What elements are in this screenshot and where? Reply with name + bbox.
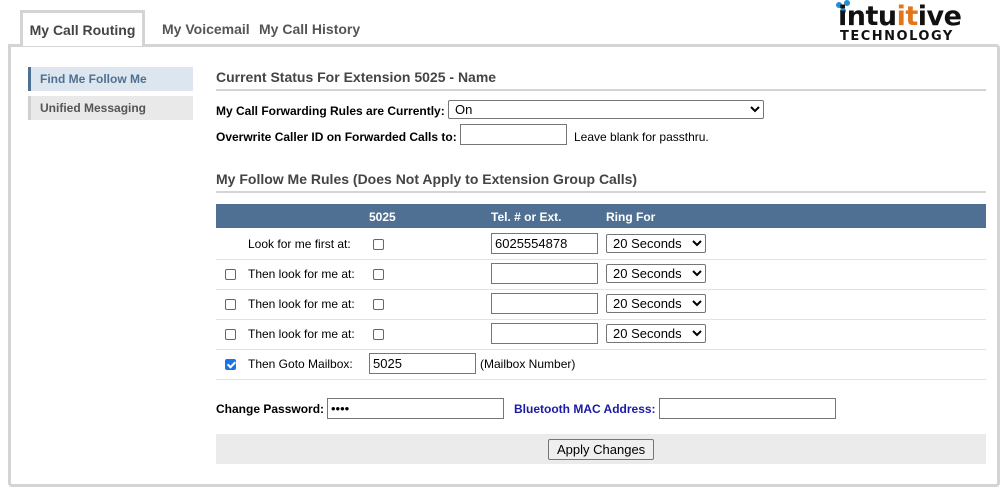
ext-checkbox[interactable] [373, 239, 384, 250]
table-row: Then look for me at: 20 Seconds [216, 259, 986, 290]
forwarding-select[interactable]: On [448, 100, 764, 119]
ring-select[interactable]: 20 Seconds [606, 234, 706, 253]
enable-rule-checkbox[interactable] [225, 329, 236, 340]
ring-select[interactable]: 20 Seconds [606, 264, 706, 283]
bluetooth-mac-input[interactable] [659, 398, 836, 419]
forwarding-label: My Call Forwarding Rules are Currently: [216, 104, 445, 118]
tel-input[interactable] [491, 233, 598, 254]
callerid-input[interactable] [460, 124, 567, 145]
row-label: Look for me first at: [248, 237, 351, 251]
logo-wordmark: intuitive [838, 1, 962, 32]
mailbox-enable-checkbox[interactable] [225, 359, 236, 370]
col-header-tel: Tel. # or Ext. [491, 210, 562, 224]
content-frame: Find Me Follow Me Unified Messaging Curr… [8, 44, 1000, 487]
mailbox-label: Then Goto Mailbox: [248, 357, 353, 371]
password-input[interactable] [327, 398, 504, 419]
side-nav: Find Me Follow Me Unified Messaging [28, 67, 193, 125]
apply-bar: Apply Changes [216, 434, 986, 464]
tel-input[interactable] [491, 323, 598, 344]
tab-my-call-history[interactable]: My Call History [259, 16, 360, 42]
callerid-label: Overwrite Caller ID on Forwarded Calls t… [216, 130, 457, 144]
row-label: Then look for me at: [248, 297, 355, 311]
intuitive-technology-logo: intuitive TECHNOLOGY [836, 0, 988, 46]
ring-select[interactable]: 20 Seconds [606, 324, 706, 343]
mailbox-row: Then Goto Mailbox: (Mailbox Number) [216, 349, 986, 380]
mailbox-input[interactable] [369, 353, 476, 374]
rules-section-title: My Follow Me Rules (Does Not Apply to Ex… [216, 171, 986, 193]
table-row: Then look for me at: 20 Seconds [216, 289, 986, 320]
top-tab-bar: My Call Routing My Voicemail My Call His… [0, 0, 1008, 47]
status-section-title: Current Status For Extension 5025 - Name [216, 69, 986, 91]
rules-table-header: 5025 Tel. # or Ext. Ring For [216, 204, 986, 228]
apply-changes-button[interactable]: Apply Changes [548, 439, 655, 460]
enable-rule-checkbox[interactable] [225, 269, 236, 280]
tab-my-voicemail[interactable]: My Voicemail [162, 16, 250, 42]
ring-select[interactable]: 20 Seconds [606, 294, 706, 313]
sidebar-item-find-me-follow-me[interactable]: Find Me Follow Me [28, 67, 193, 91]
table-row: Look for me first at: 20 Seconds [216, 229, 986, 260]
tel-input[interactable] [491, 263, 598, 284]
tel-input[interactable] [491, 293, 598, 314]
table-row: Then look for me at: 20 Seconds [216, 319, 986, 350]
col-header-ext: 5025 [369, 210, 396, 224]
callerid-note: Leave blank for passthru. [574, 130, 709, 144]
logo-subword: TECHNOLOGY [840, 29, 954, 44]
row-label: Then look for me at: [248, 327, 355, 341]
ext-checkbox[interactable] [373, 299, 384, 310]
mailbox-note: (Mailbox Number) [480, 357, 576, 371]
bluetooth-mac-label: Bluetooth MAC Address: [514, 402, 656, 416]
col-header-ring: Ring For [606, 210, 656, 224]
sidebar-item-unified-messaging[interactable]: Unified Messaging [28, 96, 193, 120]
tab-my-call-routing[interactable]: My Call Routing [20, 10, 145, 46]
enable-rule-checkbox[interactable] [225, 299, 236, 310]
ext-checkbox[interactable] [373, 269, 384, 280]
ext-checkbox[interactable] [373, 329, 384, 340]
row-label: Then look for me at: [248, 267, 355, 281]
password-label: Change Password: [216, 402, 325, 416]
